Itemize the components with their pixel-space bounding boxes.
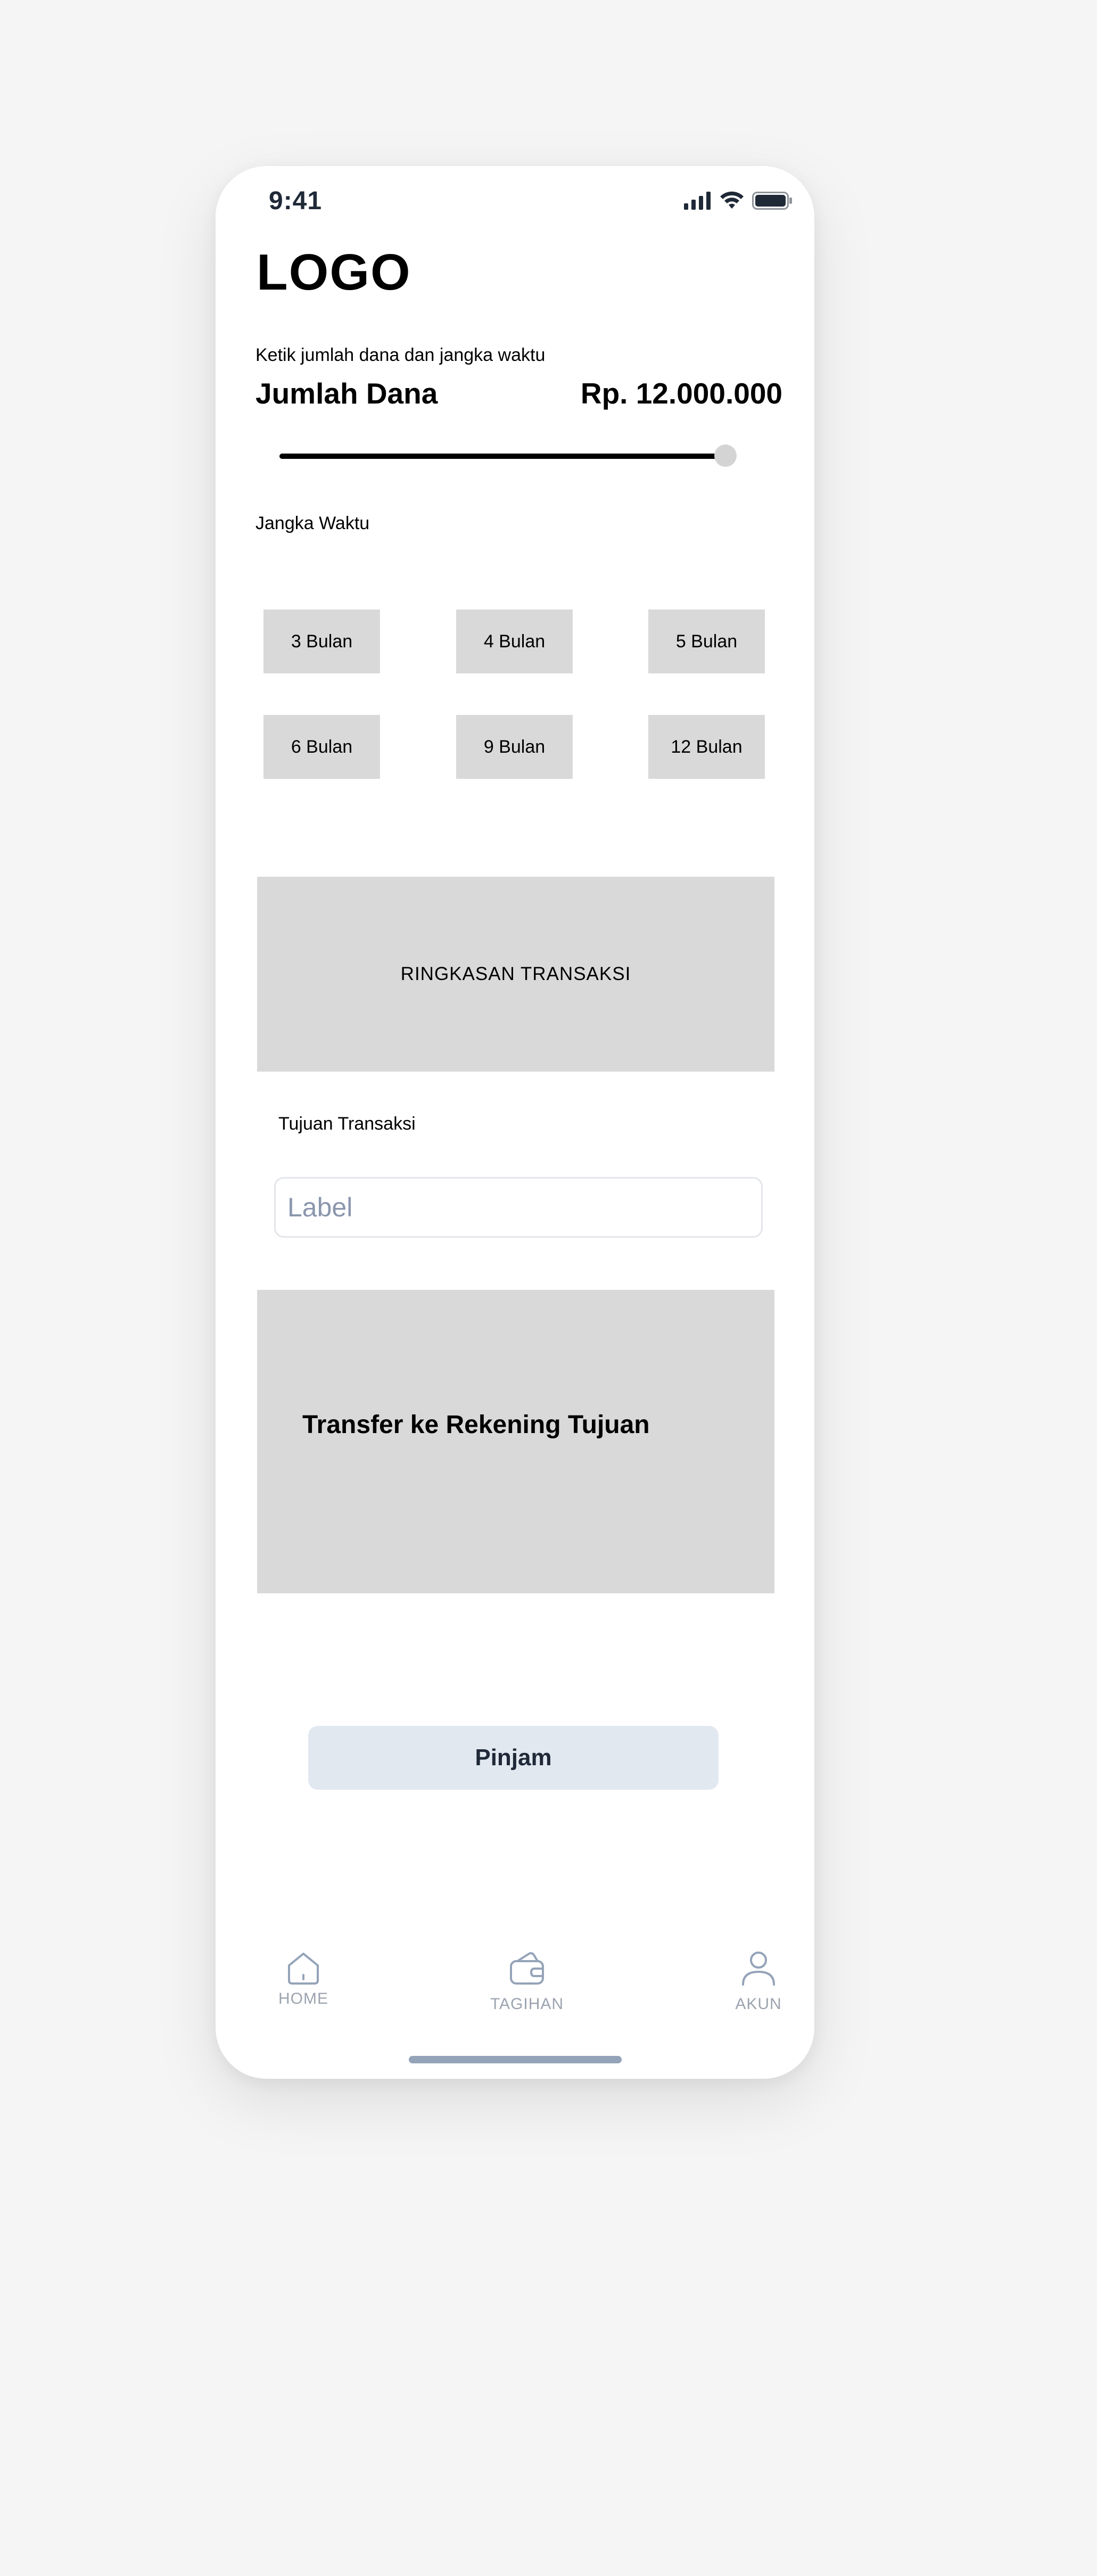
status-time: 9:41 xyxy=(269,187,323,215)
duration-option-12[interactable]: 12 Bulan xyxy=(648,715,765,779)
battery-icon xyxy=(752,192,792,210)
logo: LOGO xyxy=(257,244,411,301)
amount-title: Jumlah Dana xyxy=(255,377,438,410)
pinjam-button-label: Pinjam xyxy=(475,1744,552,1771)
duration-option-9[interactable]: 9 Bulan xyxy=(456,715,573,779)
home-icon xyxy=(288,1953,319,1985)
amount-hint: Ketik jumlah dana dan jangka waktu xyxy=(255,345,546,365)
nav-account[interactable]: AKUN xyxy=(727,1949,790,2013)
phone-frame: 9:41 LOGO Ketik jumlah dana dan jangka w… xyxy=(216,166,814,2079)
transfer-label: Transfer ke Rekening Tujuan xyxy=(302,1411,650,1439)
nav-account-label: AKUN xyxy=(735,1995,782,2013)
nav-bills-label: TAGIHAN xyxy=(490,1995,564,2013)
transfer-section[interactable] xyxy=(257,1290,774,1593)
transaction-summary: RINGKASAN TRANSAKSI xyxy=(257,877,774,1072)
wallet-icon xyxy=(510,1952,544,1985)
nav-home-label: HOME xyxy=(278,1990,328,2007)
transaction-summary-label: RINGKASAN TRANSAKSI xyxy=(400,964,631,984)
status-icons xyxy=(684,191,793,212)
amount-value: Rp. 12.000.000 xyxy=(580,377,782,410)
purpose-input[interactable] xyxy=(274,1177,763,1238)
duration-option-6[interactable]: 6 Bulan xyxy=(263,715,380,779)
duration-option-4[interactable]: 4 Bulan xyxy=(456,610,573,673)
user-icon xyxy=(742,1952,775,1986)
nav-home[interactable]: HOME xyxy=(266,1949,341,2008)
nav-bills[interactable]: TAGIHAN xyxy=(479,1949,575,2013)
home-indicator xyxy=(409,2056,622,2063)
duration-option-5[interactable]: 5 Bulan xyxy=(648,610,765,673)
purpose-label: Tujuan Transaksi xyxy=(278,1114,416,1134)
amount-slider-track[interactable] xyxy=(279,454,725,459)
wifi-icon xyxy=(720,191,744,209)
signal-icon xyxy=(684,192,711,210)
duration-label: Jangka Waktu xyxy=(255,513,370,533)
pinjam-button[interactable]: Pinjam xyxy=(308,1726,719,1790)
duration-option-3[interactable]: 3 Bulan xyxy=(263,610,380,673)
amount-slider-thumb[interactable] xyxy=(714,445,737,467)
